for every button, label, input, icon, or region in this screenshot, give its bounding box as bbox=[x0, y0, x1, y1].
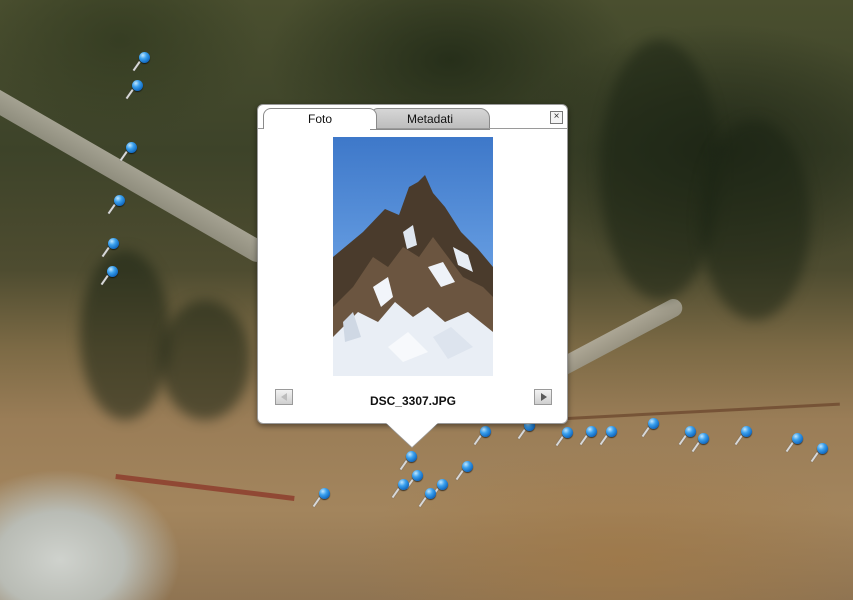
photo-pin-icon[interactable] bbox=[579, 426, 602, 450]
map-tree-shadow bbox=[80, 250, 170, 420]
tab-metadati[interactable]: Metadati bbox=[370, 108, 490, 130]
photo-pin-icon[interactable] bbox=[455, 461, 478, 485]
map-fence-line bbox=[560, 402, 840, 421]
photo-pin-icon[interactable] bbox=[810, 443, 833, 467]
prev-photo-button[interactable] bbox=[275, 389, 293, 405]
photo-pin-icon[interactable] bbox=[473, 426, 496, 450]
photo-pin-icon[interactable] bbox=[734, 426, 757, 450]
photo-pin-icon[interactable] bbox=[100, 266, 123, 290]
photo-pin-icon[interactable] bbox=[599, 426, 622, 450]
map-trail bbox=[0, 81, 272, 266]
balloon-tail bbox=[384, 421, 440, 447]
mountain-photo-image bbox=[333, 175, 493, 376]
photo-pin-icon[interactable] bbox=[107, 195, 130, 219]
map-tree-shadow bbox=[700, 120, 810, 320]
photo-info-balloon: Metadati Foto × DSC_3307.JPG bbox=[257, 104, 568, 424]
tab-foto[interactable]: Foto bbox=[263, 108, 377, 129]
photo-pin-icon[interactable] bbox=[101, 238, 124, 262]
left-arrow-icon bbox=[281, 393, 287, 401]
photo-pin-icon[interactable] bbox=[555, 427, 578, 451]
next-photo-button[interactable] bbox=[534, 389, 552, 405]
photo-filename: DSC_3307.JPG bbox=[369, 394, 457, 408]
photo-pin-icon[interactable] bbox=[391, 479, 414, 503]
map-tree-shadow bbox=[160, 300, 250, 420]
map-tree-shadow bbox=[600, 40, 720, 300]
map-fence-line bbox=[115, 474, 295, 501]
photo-pin-icon[interactable] bbox=[418, 488, 441, 512]
photo-pin-icon[interactable] bbox=[132, 52, 155, 76]
photo-pin-icon[interactable] bbox=[312, 488, 335, 512]
photo-pin-icon[interactable] bbox=[691, 433, 714, 457]
mountain-peak-photo bbox=[333, 137, 493, 376]
close-icon[interactable]: × bbox=[550, 111, 563, 124]
right-arrow-icon bbox=[541, 393, 547, 401]
photo-pin-icon[interactable] bbox=[785, 433, 808, 457]
photo-pin-icon[interactable] bbox=[119, 142, 142, 166]
photo-pin-icon[interactable] bbox=[125, 80, 148, 104]
photo-pin-icon[interactable] bbox=[641, 418, 664, 442]
